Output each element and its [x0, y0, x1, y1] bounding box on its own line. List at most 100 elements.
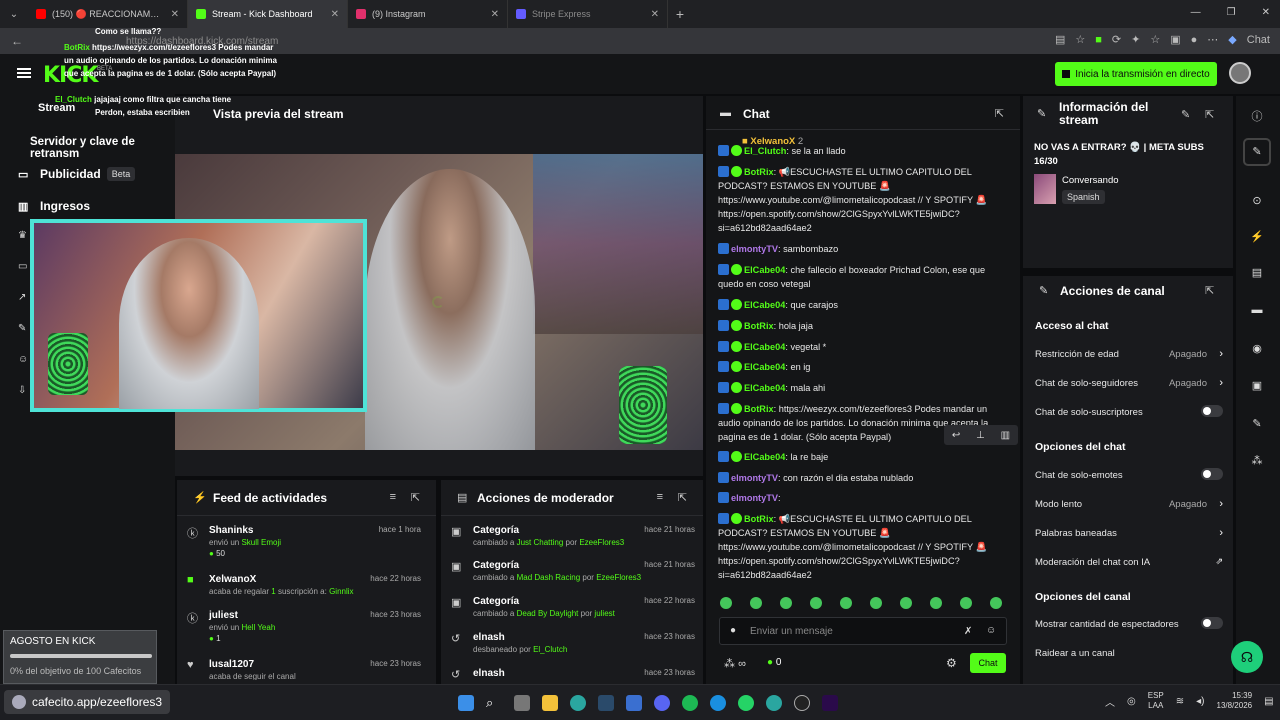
- raid-channel-row[interactable]: Raidear a un canal: [1035, 648, 1223, 659]
- minimize-icon[interactable]: —: [1191, 7, 1201, 18]
- wifi-icon[interactable]: ≋: [1176, 696, 1184, 707]
- tab-list-icon[interactable]: ⌄: [0, 9, 28, 20]
- emoji-icon[interactable]: ☺: [986, 625, 996, 636]
- moderator-icon[interactable]: ▣: [1250, 379, 1264, 393]
- chat-username[interactable]: ElCabe04: [744, 265, 785, 275]
- chat-username[interactable]: El_Clutch: [744, 146, 786, 156]
- wrench-icon[interactable]: ✎: [1250, 417, 1264, 431]
- chat-username[interactable]: BotRix: [744, 321, 774, 331]
- sidebar-item-ads[interactable]: ▭ Publicidad Beta: [18, 167, 136, 181]
- premiere-icon[interactable]: [822, 695, 838, 711]
- reply-icon[interactable]: ↩: [952, 430, 960, 441]
- close-icon[interactable]: ✕: [651, 9, 659, 20]
- chat-username[interactable]: BotRix: [744, 167, 774, 177]
- refresh-icon[interactable]: ⟳: [1112, 33, 1121, 46]
- close-icon[interactable]: ✕: [331, 9, 339, 20]
- copilot-label[interactable]: Chat: [1247, 34, 1270, 46]
- steam-icon[interactable]: [598, 695, 614, 711]
- skype-icon[interactable]: [710, 695, 726, 711]
- emote-icon[interactable]: [810, 597, 822, 609]
- info-icon[interactable]: ⓘ: [1250, 108, 1264, 123]
- popout-icon[interactable]: ⇱: [678, 491, 687, 504]
- edit-pencil-icon[interactable]: ✎: [1181, 108, 1190, 121]
- upload-icon[interactable]: ⇩: [18, 385, 28, 396]
- whatsapp-icon[interactable]: [738, 695, 754, 711]
- wrench-icon[interactable]: ✎: [18, 323, 28, 334]
- volume-icon[interactable]: ◂): [1196, 696, 1204, 707]
- settings-gear-icon[interactable]: ⚙: [946, 656, 957, 670]
- start-stream-button[interactable]: Inicia la transmisión en directo: [1055, 62, 1217, 86]
- star-icon[interactable]: ☆: [1075, 33, 1085, 46]
- popout-icon[interactable]: ⇱: [1205, 284, 1214, 297]
- discord-icon[interactable]: [654, 695, 670, 711]
- pin-icon[interactable]: ⊥: [976, 430, 985, 441]
- chat-username[interactable]: elmontyTV: [731, 473, 778, 483]
- users-icon[interactable]: ⁂: [1250, 454, 1264, 468]
- target-icon[interactable]: ⊙: [1250, 194, 1264, 208]
- close-icon[interactable]: ✕: [491, 9, 499, 20]
- favorites-icon[interactable]: ☆: [1150, 33, 1160, 46]
- explorer-icon[interactable]: [542, 695, 558, 711]
- filter-icon[interactable]: ≡: [657, 491, 663, 503]
- chat-message-input[interactable]: ● Enviar un mensaje ✗ ☺: [719, 617, 1007, 645]
- broadcast-icon[interactable]: ◉: [1250, 342, 1264, 356]
- new-tab-button[interactable]: +: [668, 6, 692, 22]
- emote-icon[interactable]: [750, 597, 762, 609]
- trash-icon[interactable]: ▥: [1001, 430, 1010, 441]
- analytics-icon[interactable]: ↗: [18, 292, 28, 303]
- users-icon[interactable]: ☺: [18, 354, 28, 365]
- video-icon[interactable]: ▭: [18, 261, 28, 272]
- chat-username[interactable]: ElCabe04: [744, 300, 785, 310]
- menu-dots-icon[interactable]: ⋯: [1207, 33, 1218, 46]
- reader-icon[interactable]: ▤: [1055, 33, 1065, 46]
- kick-ext-icon[interactable]: ■: [1095, 34, 1102, 46]
- clock[interactable]: 15:39 13/8/2026: [1217, 691, 1253, 711]
- cafecito-link[interactable]: cafecito.app/ezeeflores3: [4, 690, 170, 714]
- search-icon[interactable]: ⌕: [486, 695, 502, 711]
- profile-icon[interactable]: ●: [1191, 34, 1198, 46]
- chevron-up-icon[interactable]: ︿: [1105, 694, 1115, 709]
- collections-icon[interactable]: ▣: [1170, 33, 1180, 46]
- emote-icon[interactable]: [960, 597, 972, 609]
- pencil-icon[interactable]: ✎: [1243, 138, 1271, 166]
- popout-icon[interactable]: ⇱: [995, 107, 1004, 120]
- ai-moderation-row[interactable]: Moderación del chat con IA ⇗: [1035, 556, 1223, 568]
- emote-icon[interactable]: [720, 597, 732, 609]
- spotify-icon[interactable]: [682, 695, 698, 711]
- document-icon[interactable]: ▤: [1250, 266, 1264, 280]
- emote-icon[interactable]: [990, 597, 1002, 609]
- chat-username[interactable]: ElCabe04: [744, 342, 785, 352]
- notification-icon[interactable]: ▤: [1264, 696, 1273, 707]
- followers-only-row[interactable]: Chat de solo-seguidores Apagado ›: [1035, 377, 1223, 389]
- chat-username[interactable]: ElCabe04: [744, 362, 785, 372]
- restore-icon[interactable]: ❐: [1227, 7, 1236, 18]
- windows-start-icon[interactable]: [458, 695, 474, 711]
- chat-icon[interactable]: ▬: [1250, 304, 1264, 318]
- chat-username[interactable]: elmontyTV: [731, 244, 778, 254]
- close-icon[interactable]: ✕: [171, 9, 179, 20]
- browser-tab-kick[interactable]: Stream - Kick Dashboard ✕: [188, 0, 348, 28]
- puzzle-icon[interactable]: ✦: [1131, 33, 1140, 46]
- browser-tab-instagram[interactable]: (9) Instagram ✕: [348, 0, 508, 28]
- emotes-only-toggle[interactable]: [1201, 468, 1223, 480]
- sidebar-item-income[interactable]: ▥ Ingresos: [18, 199, 90, 213]
- age-restriction-row[interactable]: Restricción de edad Apagado ›: [1035, 348, 1223, 360]
- send-chat-button[interactable]: Chat: [970, 653, 1006, 673]
- emote-icon[interactable]: [930, 597, 942, 609]
- network-icon[interactable]: ◎: [1127, 696, 1136, 707]
- popout-icon[interactable]: ⇱: [1205, 108, 1214, 121]
- show-viewers-toggle[interactable]: [1201, 617, 1223, 629]
- taskview-icon[interactable]: [514, 695, 530, 711]
- user-avatar[interactable]: [1229, 62, 1251, 84]
- slow-mode-row[interactable]: Modo lento Apagado ›: [1035, 498, 1223, 510]
- translate-icon[interactable]: ✗: [964, 626, 972, 637]
- app-icon[interactable]: [626, 695, 642, 711]
- copilot-icon[interactable]: ◆: [1228, 33, 1236, 46]
- edge-icon[interactable]: [570, 695, 586, 711]
- language-indicator[interactable]: ESP LAA: [1148, 691, 1164, 711]
- lightning-icon[interactable]: ⚡: [1250, 230, 1264, 244]
- subscribers-only-toggle[interactable]: [1201, 405, 1223, 417]
- popout-icon[interactable]: ⇱: [411, 491, 420, 504]
- banned-words-row[interactable]: Palabras baneadas ›: [1035, 527, 1223, 539]
- emote-icon[interactable]: [870, 597, 882, 609]
